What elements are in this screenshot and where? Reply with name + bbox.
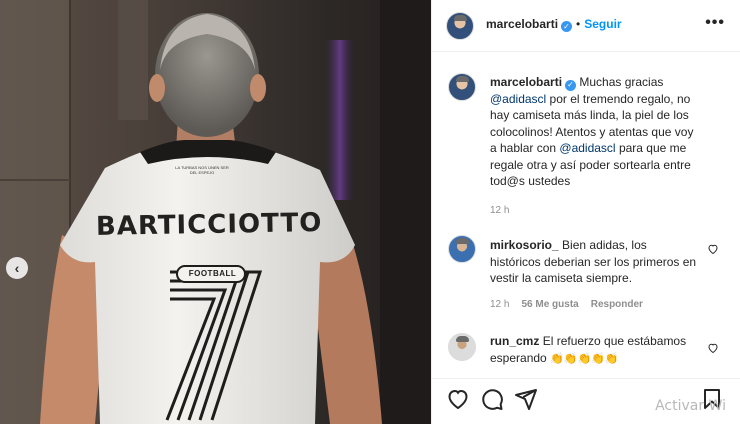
- comment-avatar[interactable]: [448, 235, 476, 263]
- mention-link[interactable]: @adidascl: [490, 92, 546, 106]
- mention-link[interactable]: @adidascl: [559, 141, 615, 155]
- comment-time[interactable]: 12 h: [490, 299, 509, 310]
- caption: marcelobarti ✓ Muchas gracias @adidascl p…: [490, 74, 700, 190]
- verified-badge-icon: ✓: [561, 21, 573, 32]
- comment-avatar[interactable]: [448, 333, 476, 361]
- like-comment-heart-icon[interactable]: [707, 243, 719, 255]
- caption-text-1: Muchas gracias: [576, 75, 664, 89]
- post-photo[interactable]: LA TURBAS NOS UNEN SER DEL ESPEJO BARTIC…: [0, 0, 431, 424]
- verified-badge-icon: ✓: [565, 79, 577, 91]
- comment: mirkosorio_ Bien adidas, los históricos …: [490, 237, 700, 287]
- clapping-emoji: 👏👏👏👏👏: [550, 352, 619, 365]
- post-side-panel: marcelobarti ✓ • Seguir ••• marcelobarti ✓ M…: [431, 0, 740, 424]
- windows-activation-watermark: Activar Wi: [655, 398, 726, 414]
- author-username[interactable]: marcelobarti: [486, 17, 558, 31]
- share-paper-plane-icon[interactable]: [514, 387, 538, 411]
- caption-time[interactable]: 12 h: [490, 205, 509, 216]
- comment-meta: 12 h 56 Me gusta Responder: [490, 299, 655, 310]
- separator-dot: •: [576, 17, 581, 31]
- reply-button[interactable]: Responder: [591, 299, 643, 310]
- caption-author[interactable]: marcelobarti: [490, 75, 562, 89]
- author-avatar[interactable]: [446, 12, 474, 40]
- comment: run_cmz El refuerzo que estábamos espera…: [490, 333, 700, 367]
- comment-icon[interactable]: [480, 387, 504, 411]
- jersey-brand: FOOTBALL: [188, 269, 237, 278]
- comment-likes[interactable]: 56 Me gusta: [521, 299, 578, 310]
- instagram-post: LA TURBAS NOS UNEN SER DEL ESPEJO BARTIC…: [0, 0, 740, 424]
- more-options-icon[interactable]: •••: [705, 14, 725, 32]
- chevron-left-icon: ‹: [14, 260, 20, 276]
- heart-icon[interactable]: [446, 387, 470, 411]
- caption-avatar[interactable]: [448, 73, 476, 101]
- header-info: marcelobarti ✓ • Seguir: [486, 17, 622, 32]
- jersey-neck-text: LA TURBAS NOS UNEN SER DEL ESPEJO: [175, 165, 229, 175]
- post-header: marcelobarti ✓ • Seguir •••: [432, 0, 740, 52]
- previous-photo-button[interactable]: ‹: [6, 257, 28, 279]
- purple-light: [325, 40, 355, 200]
- comments-section[interactable]: marcelobarti ✓ Muchas gracias @adidascl p…: [432, 53, 740, 371]
- like-comment-heart-icon[interactable]: [707, 342, 719, 354]
- caption-meta: 12 h: [490, 205, 521, 216]
- comment-author[interactable]: mirkosorio_: [490, 238, 559, 252]
- comment-author[interactable]: run_cmz: [490, 334, 539, 348]
- jersey-name: BARTICCIOTTO: [95, 207, 323, 242]
- follow-button[interactable]: Seguir: [584, 17, 621, 31]
